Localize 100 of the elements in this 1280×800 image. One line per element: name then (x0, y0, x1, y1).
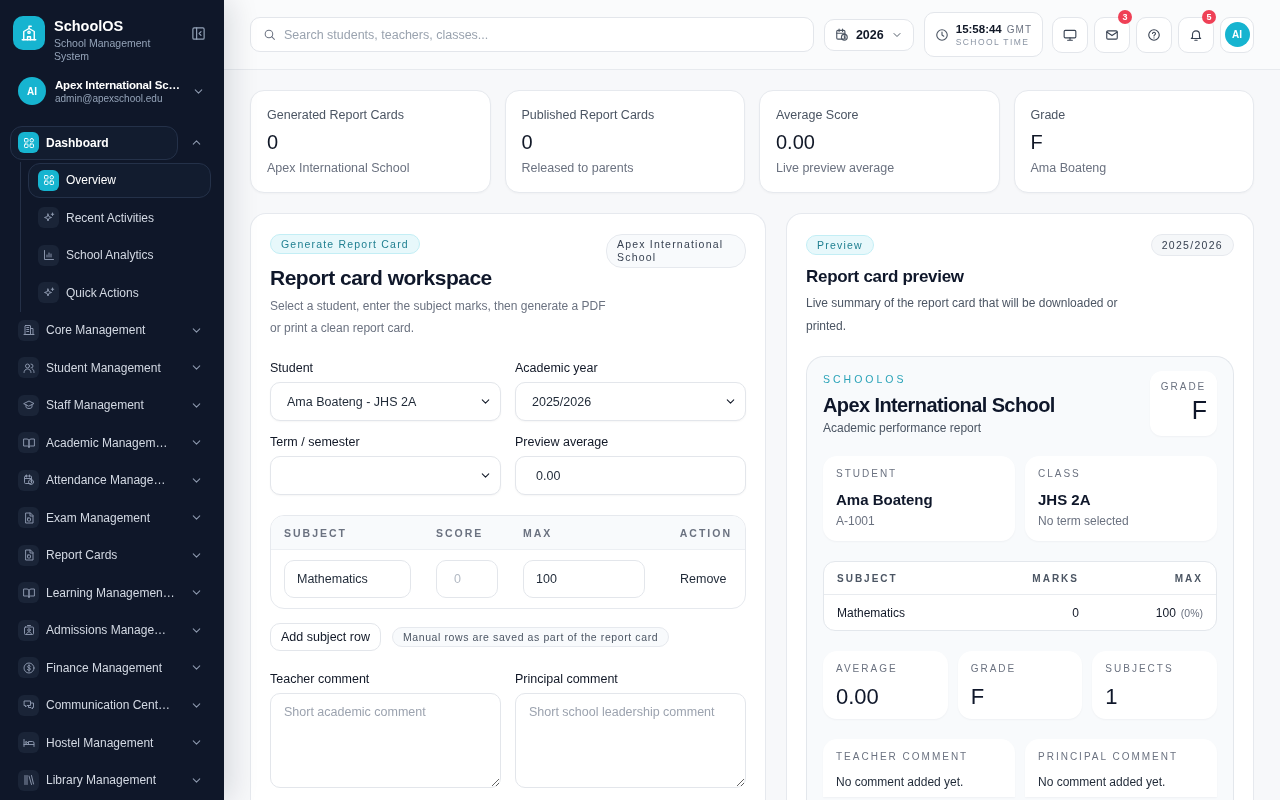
building-icon (18, 319, 39, 341)
person-card-icon (18, 619, 39, 641)
nav-subitem[interactable]: Recent Activities (28, 200, 211, 236)
info-label: STUDENT (836, 468, 899, 480)
nav-subitem[interactable]: Quick Actions (28, 275, 211, 311)
graduation-cap-icon (18, 394, 39, 416)
users-icon (18, 357, 39, 379)
avatar: AI (18, 77, 46, 105)
bar-chart-icon (38, 244, 59, 266)
comment-label: TEACHER COMMENT (836, 751, 970, 763)
stat-label: Generated Report Cards (267, 108, 405, 122)
summary-label: GRADE (970, 663, 1018, 675)
table-cell-text: Mathematics (837, 605, 907, 620)
max-input[interactable]: 100 (523, 560, 645, 598)
nav-item[interactable]: Student Management (10, 350, 178, 385)
panel-description: Live summary of the report card that will be downloaded or printed. (806, 295, 1119, 335)
field-label: Principal comment (515, 672, 619, 686)
summary-value: 0.00 (836, 684, 880, 710)
score-input[interactable]: 0 (436, 560, 498, 598)
nav-item[interactable]: Exam Management (10, 500, 178, 535)
field-label: Student (270, 361, 315, 375)
info-value: Ama Boateng (836, 491, 934, 508)
chat-bubbles-icon (18, 694, 39, 716)
stat-value: F (1030, 130, 1044, 154)
column-header: SCORE (436, 526, 485, 539)
account-email: admin@apexschool.edu (55, 92, 164, 104)
column-header: MAX (523, 526, 554, 539)
stat-note: Live preview average (776, 161, 896, 175)
nav-item[interactable]: Staff Management (10, 388, 178, 423)
nav-item[interactable]: Attendance Manage… (10, 463, 178, 498)
stat-value: 0 (267, 130, 280, 154)
bell-icon (1189, 27, 1203, 42)
messages-button[interactable] (1094, 16, 1130, 53)
panel-title: Report card preview (806, 267, 965, 287)
calendar-clock-icon (834, 27, 849, 42)
panel-title: Report card workspace (270, 266, 493, 290)
table-cell: 100 (1155, 605, 1176, 620)
stat-value: 0.00 (776, 130, 816, 154)
sidebar-toggle-icon[interactable] (191, 26, 206, 41)
time-text: 15:58:44 (955, 22, 1002, 35)
open-book-icon (18, 582, 39, 604)
summary-value: 1 (1105, 684, 1119, 710)
field-label: Term / semester (270, 435, 361, 449)
section-tag: Preview (806, 235, 874, 255)
input-field[interactable]: 0.00 (515, 456, 746, 495)
column-header: SUBJECT (837, 572, 899, 584)
report-subtitle: Academic performance report (823, 421, 983, 435)
dropdown-field[interactable] (270, 456, 501, 495)
nav-item[interactable]: Finance Management (10, 650, 178, 685)
search-field[interactable]: Search students, teachers, classes... (250, 17, 814, 52)
field-label: Academic year (515, 361, 599, 375)
summary-label: SUBJECTS (1105, 663, 1175, 675)
monitor-icon (1063, 27, 1077, 42)
timezone-text: GMT (1006, 23, 1032, 35)
info-detail: A-1001 (836, 514, 876, 528)
info-value: JHS 2A (1038, 491, 1092, 508)
column-header: MARKS (1032, 572, 1079, 584)
nav-subitem[interactable]: School Analytics (28, 237, 211, 273)
nav-subitem[interactable]: Overview (28, 162, 211, 198)
column-header: MAX (1174, 572, 1203, 584)
app-tagline: School Management System (54, 37, 152, 63)
notifications-button[interactable] (1178, 16, 1214, 53)
count-badge: 5 (1202, 9, 1216, 24)
school-tag: Apex International School (606, 234, 746, 268)
add-subject-button[interactable]: Add subject row (270, 623, 381, 651)
stat-value: 0 (521, 130, 534, 154)
column-header: ACTION (679, 526, 732, 539)
nav-item[interactable]: Report Cards (10, 538, 178, 573)
year-tag: 2025/2026 (1150, 234, 1234, 256)
nav-item[interactable]: Hostel Management (10, 725, 178, 760)
year-selector[interactable]: 2026 (823, 18, 914, 51)
stat-note: Apex International School (267, 161, 411, 175)
help-button[interactable] (1136, 16, 1172, 53)
dropdown-field[interactable]: 2025/2026 (515, 382, 746, 421)
remove-button[interactable]: Remove (670, 566, 737, 592)
time-label: SCHOOL TIME (955, 36, 1031, 47)
nav-item[interactable]: Core Management (10, 313, 178, 348)
search-icon (263, 28, 276, 41)
info-tag: Manual rows are saved as part of the report card (391, 627, 670, 647)
section-tag: Generate Report Card (270, 234, 420, 254)
nav-item[interactable]: Admissions Manage… (10, 613, 178, 648)
nav-item[interactable]: Academic Managem… (10, 425, 178, 460)
document-icon (18, 507, 39, 529)
calendar-clock-icon (18, 469, 39, 491)
stat-label: Published Report Cards (521, 108, 656, 122)
comment-field[interactable]: Short academic comment (270, 693, 501, 788)
sparkle-icon (38, 207, 59, 229)
count-badge: 3 (1118, 9, 1132, 24)
percent-text: (0%) (1180, 606, 1203, 619)
nav-item[interactable]: Dashboard (10, 125, 178, 160)
dropdown-field[interactable]: Ama Boateng - JHS 2A (270, 382, 501, 421)
nav-item[interactable]: Library Management (10, 763, 178, 798)
grade-label: GRADE (1160, 381, 1207, 392)
subject-input[interactable]: Mathematics (284, 560, 411, 598)
nav-item[interactable]: Learning Managemen… (10, 575, 178, 610)
nav-item[interactable]: Communication Cent… (10, 688, 178, 723)
display-button[interactable] (1052, 16, 1088, 53)
comment-field[interactable]: Short school leadership comment (515, 693, 746, 788)
info-detail: No term selected (1038, 514, 1130, 528)
info-label: CLASS (1038, 468, 1082, 480)
